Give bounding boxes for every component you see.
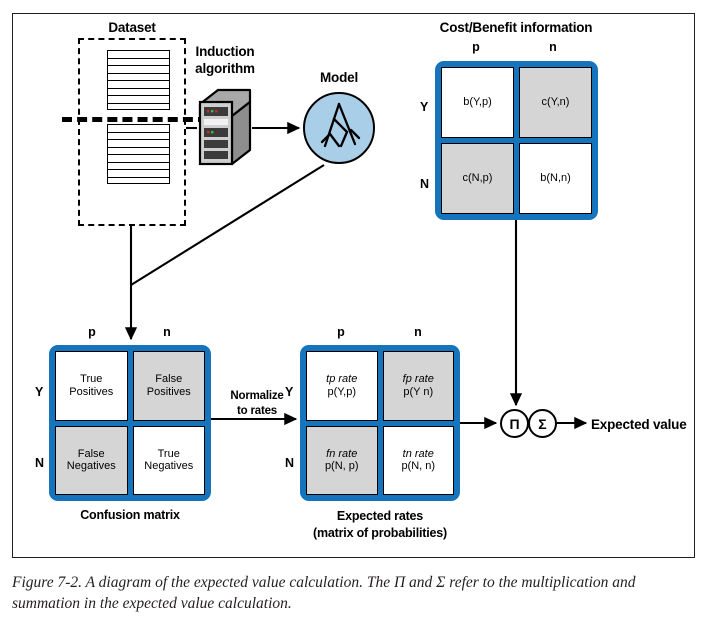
cost-benefit-cell-np: c(N,p) <box>441 143 514 214</box>
confusion-row-header-y: Y <box>35 385 44 399</box>
confusion-cell-fn-line2: Negatives <box>66 460 116 473</box>
confusion-cell-tn-line2: Negatives <box>144 460 194 473</box>
expected-rates-cell-tp-line2: p(Y,p) <box>327 385 357 398</box>
expected-rates-matrix: tp rate p(Y,p) fp rate p(Y n) fn rate p(… <box>300 345 460 501</box>
expected-rates-cell-tn-line1: tn rate <box>402 447 434 460</box>
dataset-row <box>108 81 169 89</box>
confusion-cell-fn-line1: False <box>77 447 105 460</box>
product-operator: Π <box>500 409 529 438</box>
induction-label-line1: Induction <box>195 44 255 59</box>
cost-benefit-col-header-p: p <box>472 40 480 54</box>
dataset-row <box>108 89 169 96</box>
expected-rates-cell-fn-line2: p(N, p) <box>324 460 359 473</box>
confusion-cell-tp: True Positives <box>55 351 128 421</box>
dataset-stack-top <box>107 50 170 110</box>
confusion-cell-fn: False Negatives <box>55 425 128 495</box>
cost-benefit-cell-yp: b(Y,p) <box>441 67 514 138</box>
confusion-cell-tp-line2: Positives <box>69 385 114 398</box>
server-icon <box>198 88 252 168</box>
confusion-cell-fp-line2: Positives <box>146 385 191 398</box>
dataset-row <box>108 178 169 186</box>
dataset-row <box>108 155 169 163</box>
cost-benefit-col-header-n: n <box>549 40 557 54</box>
expected-rates-cell-tp-line1: tp rate <box>326 373 358 386</box>
induction-label-line2: algorithm <box>195 61 255 76</box>
expected-rates-cell-fp-line2: p(Y n) <box>403 385 434 398</box>
expected-rates-cell-tn: tn rate p(N, n) <box>382 425 454 495</box>
confusion-col-header-n: n <box>163 325 171 339</box>
confusion-cell-tp-line1: True <box>80 373 103 386</box>
expected-rates-cell-fn: fn rate p(N, p) <box>306 425 378 495</box>
confusion-matrix-caption: Confusion matrix <box>80 508 180 522</box>
expected-rates-col-header-n: n <box>414 325 422 339</box>
dataset-row <box>108 104 169 112</box>
dataset-row <box>108 148 169 155</box>
expected-rates-cell-fp: fp rate p(Y n) <box>382 351 454 421</box>
dataset-row <box>108 74 169 81</box>
dataset-row <box>108 133 169 140</box>
dataset-label: Dataset <box>108 20 156 35</box>
cost-benefit-title: Cost/Benefit information <box>439 20 593 35</box>
confusion-cell-fp-line1: False <box>155 373 183 386</box>
confusion-cell-tn: True Negatives <box>132 425 205 495</box>
confusion-cell-tn-line1: True <box>157 447 180 460</box>
expected-rates-cell-fp-line1: fp rate <box>402 373 434 386</box>
confusion-cell-fp: False Positives <box>132 351 205 421</box>
confusion-matrix: True Positives False Positives False Neg… <box>49 345 211 501</box>
normalize-label-line1: Normalize <box>230 390 284 402</box>
expected-rates-cell-fn-line1: fn rate <box>326 447 358 460</box>
dataset-row <box>108 66 169 74</box>
normalize-label-line2: to rates <box>237 405 277 417</box>
expected-rates-caption-line1: Expected rates <box>336 509 424 523</box>
dataset-row <box>108 125 169 133</box>
model-node <box>303 92 375 164</box>
expected-value-label: Expected value <box>591 417 687 432</box>
figure-page: Dataset Induction algorithm Model Cost/B… <box>0 0 710 623</box>
expected-rates-row-header-n: N <box>285 456 295 470</box>
dataset-split-line <box>62 117 208 122</box>
expected-rates-col-header-p: p <box>337 325 345 339</box>
cost-benefit-matrix: b(Y,p) c(Y,n) c(N,p) b(N,n) <box>435 61 598 220</box>
expected-rates-row-header-y: Y <box>285 385 294 399</box>
dataset-row <box>108 51 169 59</box>
cost-benefit-row-header-n: N <box>420 177 430 191</box>
cost-benefit-cell-nn: b(N,n) <box>519 143 592 214</box>
figure-caption: Figure 7-2. A diagram of the expected va… <box>12 574 636 613</box>
expected-rates-cell-tn-line2: p(N, n) <box>401 460 436 473</box>
cost-benefit-cell-yn: c(Y,n) <box>519 67 592 138</box>
model-label: Model <box>320 70 358 85</box>
cost-benefit-row-header-y: Y <box>420 100 429 114</box>
dataset-row <box>108 140 169 148</box>
dataset-row <box>108 163 169 170</box>
dataset-stack-bottom <box>107 124 170 184</box>
expected-rates-cell-tp: tp rate p(Y,p) <box>306 351 378 421</box>
sum-operator: Σ <box>528 409 557 438</box>
decision-tree-icon <box>320 102 361 148</box>
dataset-row <box>108 170 169 178</box>
dataset-row <box>108 96 169 104</box>
expected-rates-caption-line2: (matrix of probabilities) <box>313 526 447 540</box>
dataset-row <box>108 59 169 66</box>
confusion-col-header-p: p <box>88 325 96 339</box>
confusion-row-header-n: N <box>35 456 45 470</box>
